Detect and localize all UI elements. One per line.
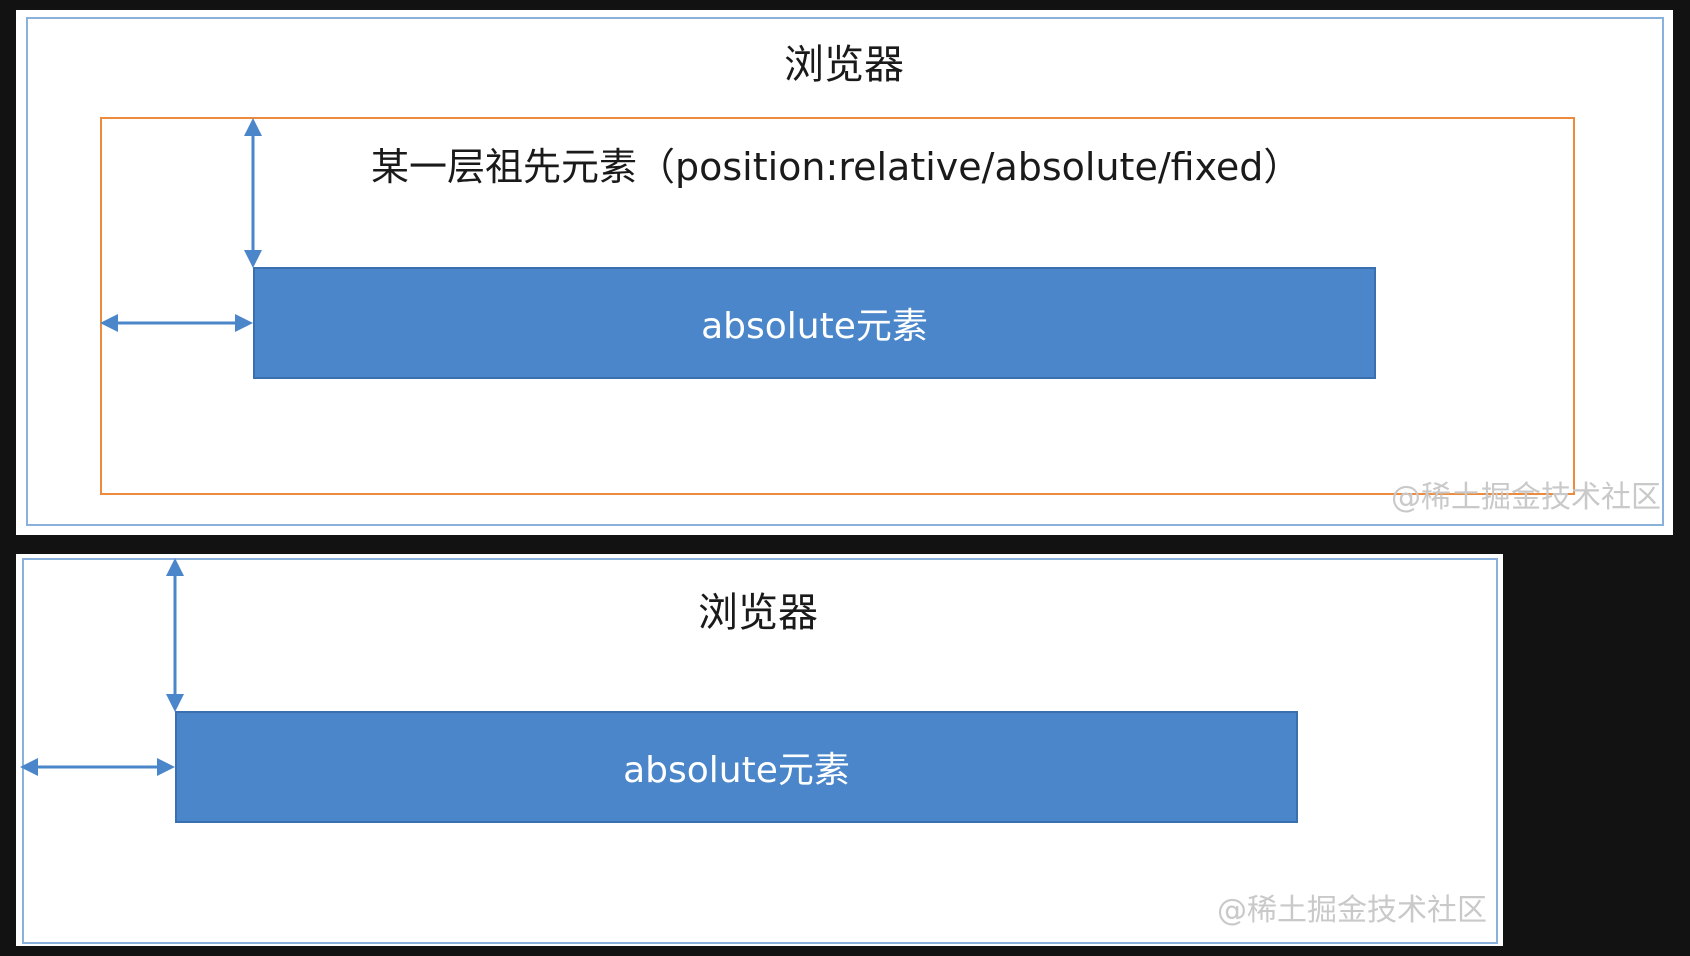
top-horizontal-offset-arrow-icon [100, 314, 253, 332]
bottom-watermark: @稀土掘金技术社区 [1217, 893, 1487, 928]
bottom-horizontal-offset-arrow-icon [20, 758, 175, 776]
diagram-stage: 浏览器 某一层祖先元素（position:relative/absolute/f… [0, 0, 1690, 956]
top-offset-arrows [100, 118, 262, 332]
top-vertical-offset-arrow-icon [244, 118, 262, 268]
top-diagram-panel: 浏览器 某一层祖先元素（position:relative/absolute/f… [16, 10, 1673, 535]
bottom-diagram-panel: 浏览器 absolute元素 @稀土掘金技术社区 [16, 554, 1503, 946]
top-watermark: @稀土掘金技术社区 [1391, 480, 1661, 515]
bottom-vertical-offset-arrow-icon [166, 558, 184, 712]
